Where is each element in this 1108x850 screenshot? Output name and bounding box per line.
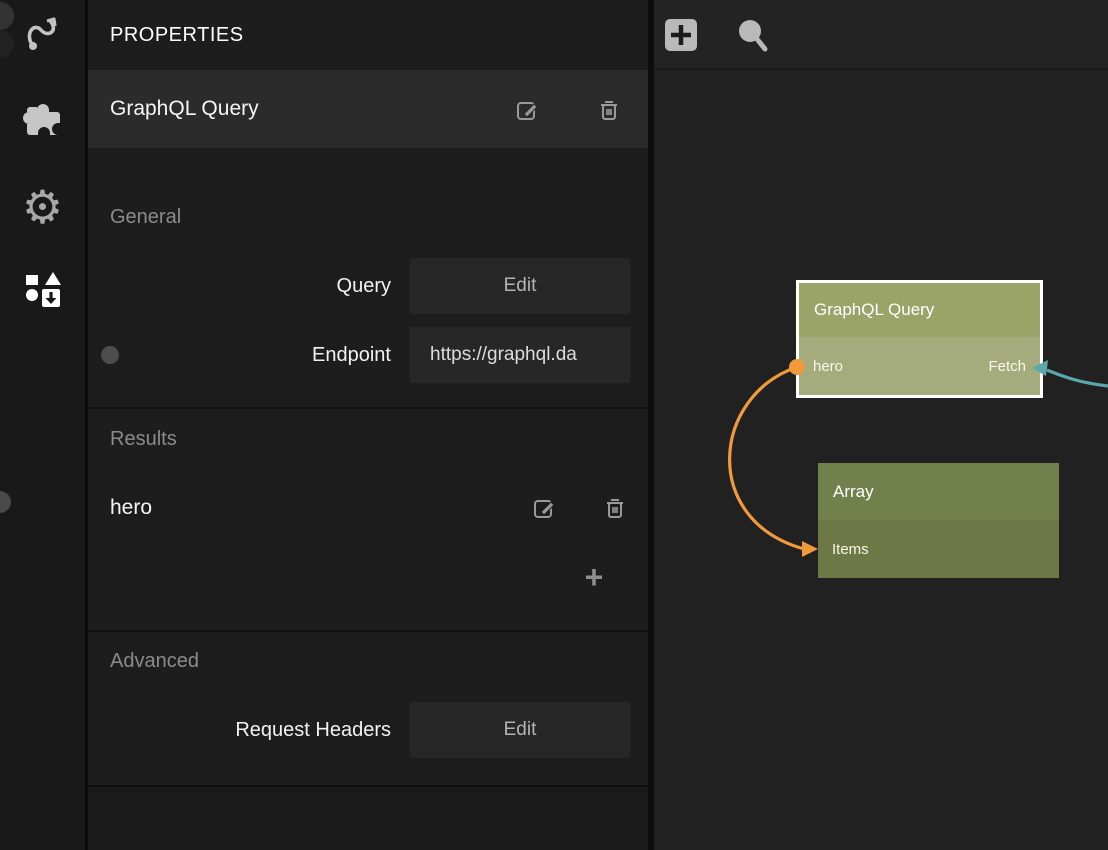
delete-node-icon[interactable] [596,97,622,123]
section-label-advanced: Advanced [110,650,199,673]
section-label-general: General [110,206,181,229]
components-icon[interactable] [17,264,69,316]
query-edit-button-label: Edit [410,258,630,314]
query-row: Query Edit [88,258,648,314]
delete-result-icon[interactable] [602,495,628,521]
edge-notch [0,30,14,58]
plugins-icon[interactable] [17,97,69,149]
panel-footer-area [88,787,648,850]
wire-hero-to-items[interactable] [730,367,804,549]
result-item-row[interactable]: hero [88,490,648,526]
properties-panel: PROPERTIES GraphQL Query General [88,0,648,850]
endpoint-row: Endpoint https://graphql.da [88,327,648,383]
wire-hero-arrowhead [802,541,818,557]
result-item-name: hero [110,490,152,526]
endpoint-input[interactable]: https://graphql.da [410,327,630,383]
edit-result-icon[interactable] [532,495,558,521]
endpoint-value: https://graphql.da [410,327,630,383]
divider [88,630,648,632]
node-title[interactable]: GraphQL Query [799,283,1040,337]
wire-fetch-incoming[interactable] [1047,370,1108,386]
port-hero[interactable]: hero [813,358,843,375]
endpoint-label: Endpoint [88,327,391,383]
selected-node-name: GraphQL Query [110,70,259,148]
app-window: ⚙ PROPERTIES GraphQL Query [0,0,1108,850]
divider [88,407,648,409]
selected-node-row[interactable]: GraphQL Query [88,70,648,148]
request-headers-edit-button-label: Edit [410,702,630,758]
rename-node-icon[interactable] [515,97,541,123]
settings-gear-icon[interactable]: ⚙ [17,181,69,233]
search-icon[interactable] [734,16,772,54]
connection-wires [654,0,1108,850]
request-headers-edit-button[interactable]: Edit [410,702,630,758]
section-label-results: Results [110,428,177,451]
panel-title: PROPERTIES [88,0,648,70]
node-graphql-query[interactable]: GraphQL Query hero Fetch [796,280,1043,398]
query-edit-button[interactable]: Edit [410,258,630,314]
edge-notch [0,2,14,30]
node-canvas[interactable]: GraphQL Query hero Fetch Array Items [654,0,1108,850]
query-label: Query [88,258,391,314]
port-items[interactable]: Items [832,541,869,558]
port-fetch[interactable]: Fetch [988,358,1026,375]
node-title[interactable]: Array [818,463,1059,520]
request-headers-row: Request Headers Edit [88,702,648,758]
panel-collapse-handle[interactable] [0,491,11,513]
gear-glyph: ⚙ [22,184,63,230]
node-graph-icon[interactable] [17,9,69,61]
sidebar: ⚙ [0,0,88,850]
request-headers-label: Request Headers [88,702,391,758]
node-array[interactable]: Array Items [818,463,1059,578]
add-node-icon[interactable] [662,16,700,54]
canvas-toolbar [654,0,1108,70]
add-result-button[interactable]: + [577,560,611,594]
